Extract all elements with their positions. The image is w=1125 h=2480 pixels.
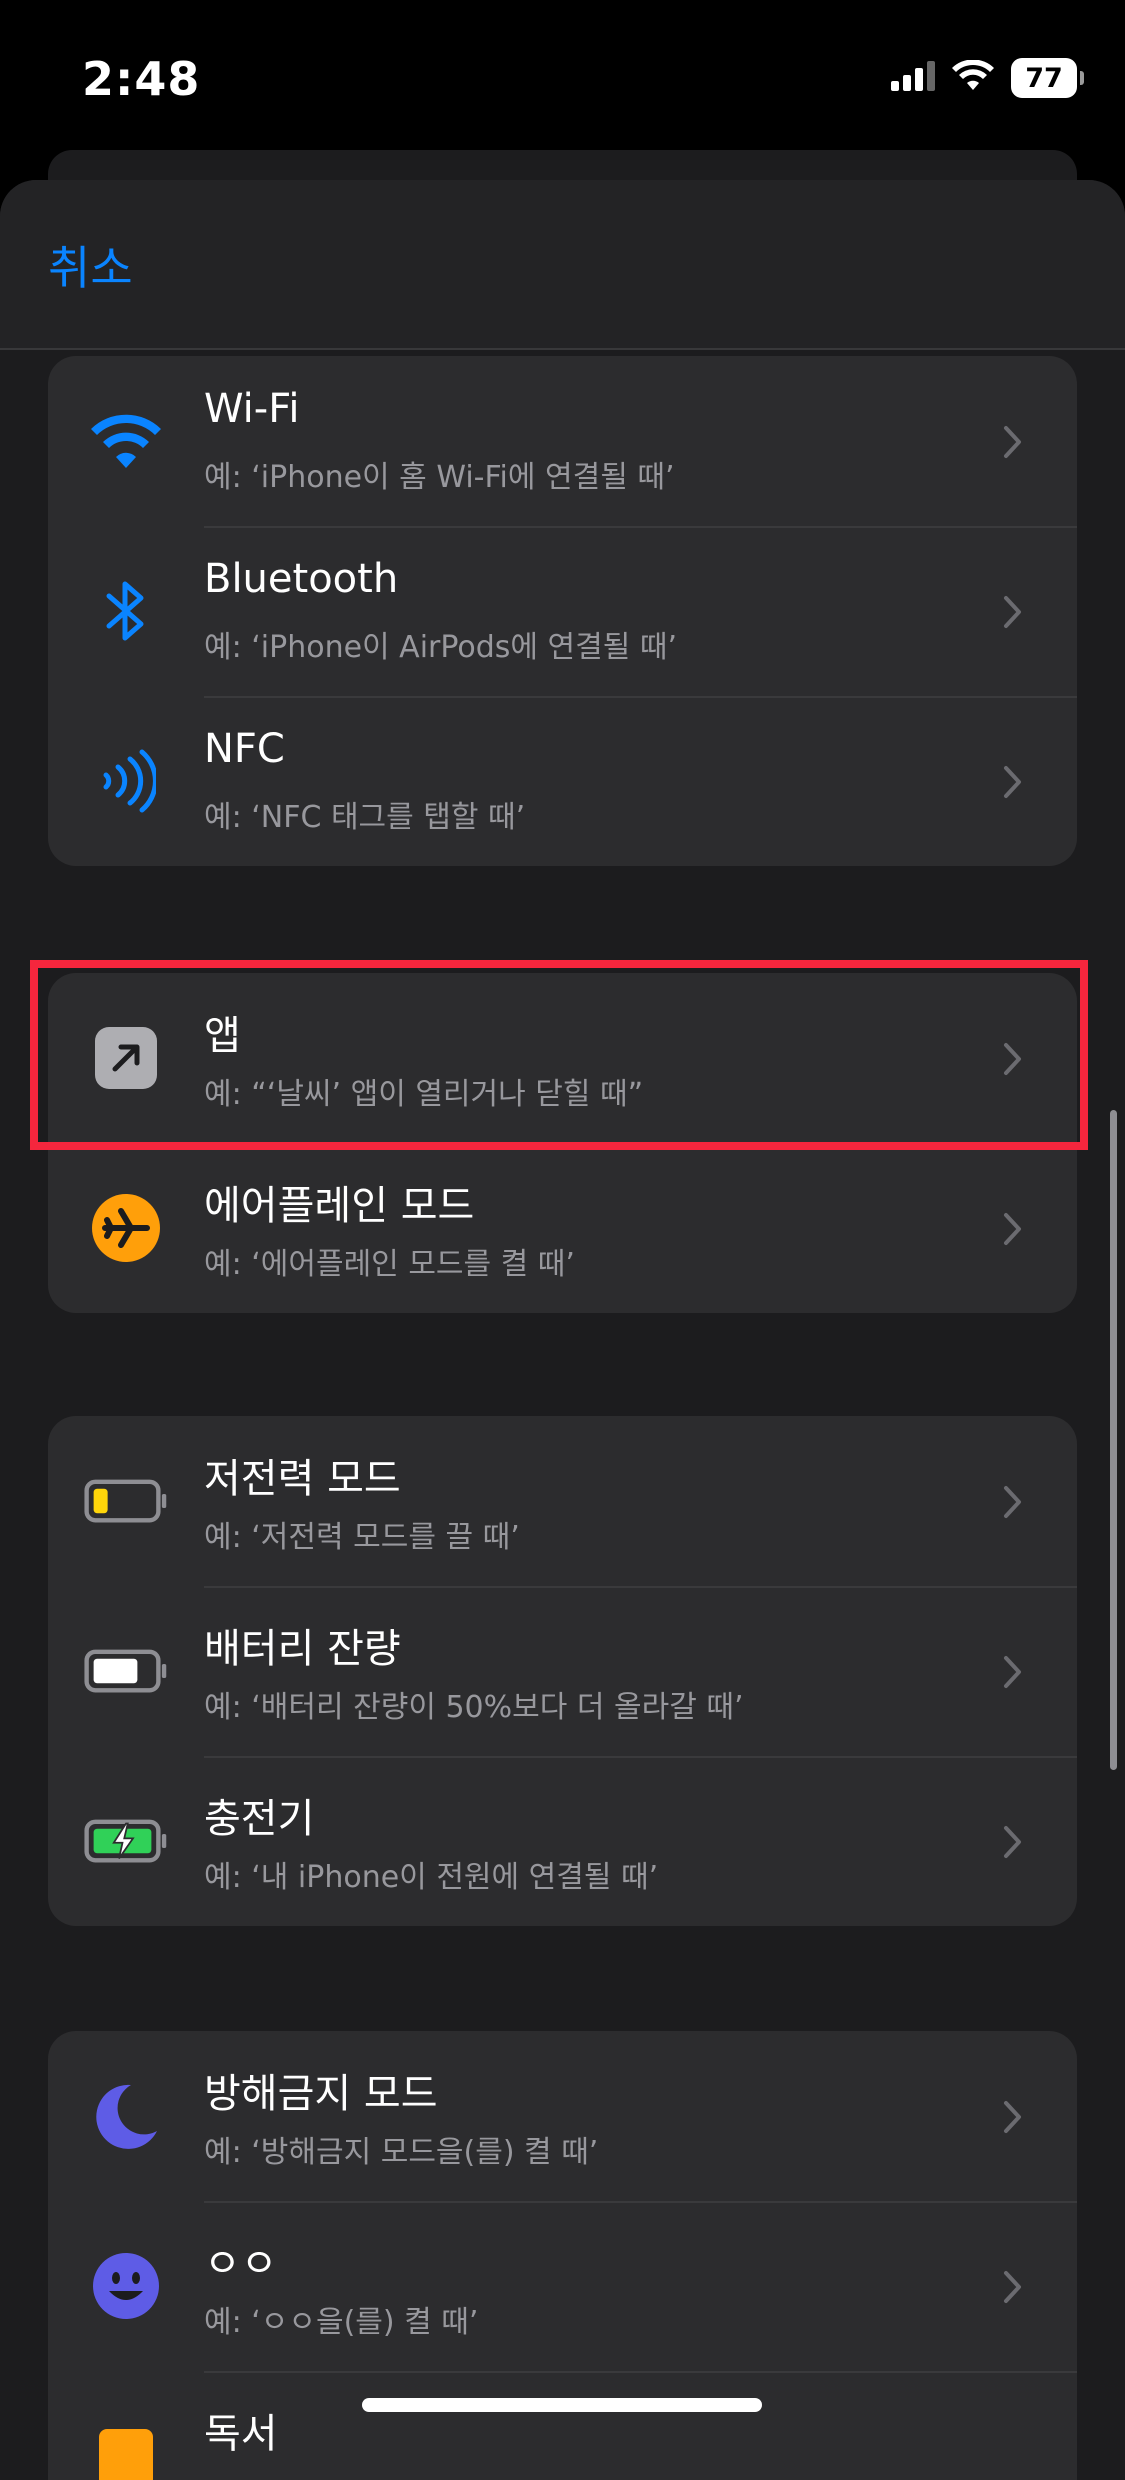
list-item-subtitle: 예: ‘저전력 모드를 끌 때’	[204, 1520, 520, 1555]
chevron-right-icon	[993, 2097, 1033, 2137]
list-item-title: Wi-Fi	[204, 386, 300, 432]
list-item-subtitle: 예: “‘날씨’ 앱이 열리거나 닫힐 때”	[204, 1077, 644, 1112]
low-power-battery-icon	[84, 1459, 168, 1543]
battery-status-icon: 77	[1011, 58, 1084, 98]
chevron-right-icon	[993, 592, 1033, 632]
list-item-bluetooth[interactable]: Bluetooth 예: ‘iPhone이 AirPods에 연결될 때’	[48, 526, 1077, 696]
list-item-title: 배터리 잔량	[204, 1626, 401, 1672]
list-item-subtitle: 예: ‘NFC 태그를 탭할 때’	[204, 800, 526, 835]
chevron-right-icon	[993, 1039, 1033, 1079]
list-item-title: Bluetooth	[204, 556, 399, 602]
app-arrow-icon	[84, 1016, 168, 1100]
list-item-battery-level[interactable]: 배터리 잔량 예: ‘배터리 잔량이 50%보다 더 올라갈 때’	[48, 1586, 1077, 1756]
moon-icon	[84, 2074, 168, 2158]
bluetooth-icon	[84, 569, 168, 653]
battery-level-icon	[84, 1629, 168, 1713]
battery-group: 저전력 모드 예: ‘저전력 모드를 끌 때’ 배터리 잔량 예: ‘배터리 잔…	[48, 1416, 1077, 1926]
list-item-wifi[interactable]: Wi-Fi 예: ‘iPhone이 홈 Wi-Fi에 연결될 때’	[48, 356, 1077, 526]
airplane-icon	[84, 1186, 168, 1270]
list-item-low-power-mode[interactable]: 저전력 모드 예: ‘저전력 모드를 끌 때’	[48, 1416, 1077, 1586]
list-item-subtitle: 예: ‘방해금지 모드을(를) 켤 때’	[204, 2135, 599, 2170]
list-item-subtitle: 예: ‘ㅇㅇ을(를) 켤 때’	[204, 2305, 479, 2340]
chevron-right-icon	[993, 422, 1033, 462]
list-item-subtitle: 예: ‘배터리 잔량이 50%보다 더 올라갈 때’	[204, 1690, 744, 1725]
sheet-header: 취소	[0, 180, 1125, 350]
status-time: 2:48	[82, 52, 201, 106]
list-item-custom-focus[interactable]: ㅇㅇ 예: ‘ㅇㅇ을(를) 켤 때’	[48, 2201, 1077, 2371]
list-item-title: ㅇㅇ	[204, 2241, 278, 2287]
list-item-subtitle: 예: ‘내 iPhone이 전원에 연결될 때’	[204, 1860, 659, 1895]
list-item-app[interactable]: 앱 예: “‘날씨’ 앱이 열리거나 닫힐 때”	[48, 973, 1077, 1143]
cellular-signal-icon	[891, 61, 935, 95]
list-item-title: 저전력 모드	[204, 1456, 401, 1502]
cancel-button[interactable]: 취소	[48, 232, 133, 298]
list-item-reading[interactable]: 독서	[48, 2371, 1077, 2480]
chevron-right-icon	[993, 1652, 1033, 1692]
chevron-right-icon	[993, 762, 1033, 802]
list-item-airplane-mode[interactable]: 에어플레인 모드 예: ‘에어플레인 모드를 켤 때’	[48, 1143, 1077, 1313]
chevron-right-icon	[993, 2267, 1033, 2307]
list-item-do-not-disturb[interactable]: 방해금지 모드 예: ‘방해금지 모드을(를) 켤 때’	[48, 2031, 1077, 2201]
list-item-subtitle: 예: ‘에어플레인 모드를 켤 때’	[204, 1247, 575, 1282]
status-icons: 77	[891, 58, 1084, 98]
list-item-title: 에어플레인 모드	[204, 1183, 475, 1229]
list-item-title: 앱	[204, 1013, 241, 1059]
focus-group: 방해금지 모드 예: ‘방해금지 모드을(를) 켤 때’ ㅇㅇ 예: ‘ㅇㅇ을(…	[48, 2031, 1077, 2480]
charger-icon	[84, 1799, 168, 1883]
trigger-picker-sheet: 취소 Wi-Fi 예: ‘iPhone이 홈 Wi-Fi에 연결될 때’ Blu…	[0, 180, 1125, 2480]
home-indicator	[362, 2398, 762, 2412]
wifi-status-icon	[951, 59, 995, 96]
list-item-title: NFC	[204, 726, 285, 772]
scroll-indicator	[1110, 1110, 1117, 1770]
list-item-subtitle: 예: ‘iPhone이 홈 Wi-Fi에 연결될 때’	[204, 460, 675, 495]
list-item-title: 독서	[204, 2411, 278, 2457]
smiley-icon	[84, 2244, 168, 2328]
book-icon	[84, 2414, 168, 2480]
wifi-icon	[84, 399, 168, 483]
app-airplane-group: 앱 예: “‘날씨’ 앱이 열리거나 닫힐 때” 에어플레인 모드 예: ‘에어…	[48, 973, 1077, 1313]
list-item-subtitle: 예: ‘iPhone이 AirPods에 연결될 때’	[204, 630, 678, 665]
list-item-charger[interactable]: 충전기 예: ‘내 iPhone이 전원에 연결될 때’	[48, 1756, 1077, 1926]
chevron-right-icon	[993, 1822, 1033, 1862]
status-bar: 2:48 77	[0, 0, 1125, 150]
list-item-nfc[interactable]: NFC 예: ‘NFC 태그를 탭할 때’	[48, 696, 1077, 866]
connectivity-group: Wi-Fi 예: ‘iPhone이 홈 Wi-Fi에 연결될 때’ Blueto…	[48, 356, 1077, 866]
list-item-title: 충전기	[204, 1796, 315, 1842]
chevron-right-icon	[993, 1209, 1033, 1249]
chevron-right-icon	[993, 1482, 1033, 1522]
list-item-title: 방해금지 모드	[204, 2071, 438, 2117]
nfc-icon	[84, 739, 168, 823]
